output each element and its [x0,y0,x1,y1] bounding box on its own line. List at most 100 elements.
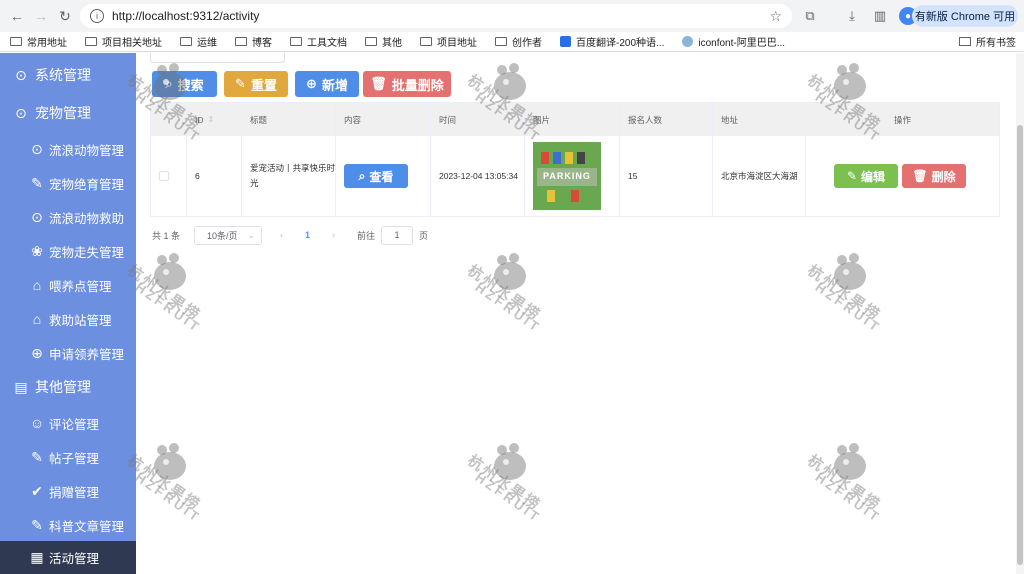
site-info-icon[interactable]: i [90,9,104,23]
folder-icon [290,37,302,46]
image-parking-label: PARKING [543,171,591,181]
folder-icon [495,37,507,46]
bookmark-baidu-translate[interactable]: 百度翻译-200种语... [560,34,664,49]
next-page-icon[interactable]: › [332,230,335,240]
sidebar-item-stray[interactable]: ⊙ 流浪动物管理 [28,139,136,159]
sidebar-item-system[interactable]: ⊙ 系统管理 [12,65,136,85]
bookmarks-bar: 常用地址 项目相关地址 运维 博客 工具文档 其他 项目地址 创作者 百度翻译-… [0,32,1024,52]
add-button[interactable]: ⊕ 新增 [295,71,359,97]
folder-icon [420,37,432,46]
header-content: 内容 [336,103,431,136]
reset-icon: ✎ [235,76,246,91]
cell-image: PARKING [525,136,620,216]
row-checkbox-cell [151,136,187,216]
sidepanel-icon[interactable]: ▥ [870,6,890,26]
forward-icon[interactable]: → [30,5,52,27]
header-actions: 操作 [893,114,911,125]
plus-circle-icon: ⊕ [31,344,43,361]
back-icon[interactable]: ← [6,5,28,27]
sidebar-item-sterilize[interactable]: ✎ 宠物绝育管理 [28,173,136,193]
bookmark-folder[interactable]: 项目地址 [420,34,477,49]
browser-toolbar: ← → ↻ i http://localhost:9312/activity ☆… [0,0,1024,32]
sidebar-item-adopt[interactable]: ⊕ 申请领养管理 [28,343,136,363]
chrome-update-button[interactable]: 有新版 Chrome 可用 [912,5,1018,27]
trash-icon: 🗑 [370,76,387,91]
plus-circle-icon: ⊕ [306,76,317,91]
sidebar-item-rescue[interactable]: ⊙ 流浪动物救助 [28,207,136,227]
delete-button[interactable]: 🗑 删除 [902,164,966,188]
edit-icon: ✎ [846,169,858,183]
image-car [565,152,573,164]
edit-icon: ✎ [31,174,43,191]
goto-page-input[interactable]: 1 [381,225,414,245]
iconfont-icon [682,36,694,47]
house-icon: ⌂ [32,277,42,293]
goto-prefix: 前往 [357,230,376,241]
scrollbar-thumb[interactable] [1017,125,1023,565]
sidebar-item-feeding[interactable]: ⌂ 喂养点管理 [28,275,136,295]
bookmark-star-icon[interactable]: ☆ [769,8,782,25]
baidu-translate-icon [560,36,571,47]
page-size-select[interactable]: 10条/页 ⌄ [194,225,263,245]
table-row: 6 爱宠活动丨共享快乐时光 ⌕ 查看 2023-12-04 13:05:34 PA… [151,136,999,216]
bookmark-folder[interactable]: 博客 [235,34,272,49]
batch-delete-button[interactable]: 🗑 批量删除 [363,71,451,97]
edit-button[interactable]: ✎ 编辑 [834,164,898,188]
sort-icon[interactable]: ⇕ [208,115,215,124]
bookmark-iconfont[interactable]: iconfont-阿里巴巴... [682,34,785,49]
cell-signups: 15 [620,136,713,216]
ellipsis-circle-icon: ⊙ [31,140,43,157]
bookmark-folder[interactable]: 常用地址 [10,34,67,49]
folder-icon [10,37,22,46]
cell-title: 爱宠活动丨共享快乐时光 [242,136,336,216]
header-image: 图片 [525,103,620,136]
paw-icon: ❀ [31,242,43,259]
cell-content: ⌕ 查看 [336,136,431,216]
extensions-icon[interactable]: ⧉ [800,6,820,26]
ellipsis-circle-icon: ⊙ [15,66,27,83]
sidebar-item-lost[interactable]: ❀ 宠物走失管理 [28,241,136,261]
cell-address: 北京市海淀区大海湖 [713,136,806,216]
reset-button[interactable]: ✎ 重置 [224,71,288,97]
sidebar-item-station[interactable]: ⌂ 救助站管理 [28,309,136,329]
address-bar[interactable]: i http://localhost:9312/activity ☆ [80,4,792,28]
sidebar-item-pets[interactable]: ⊙ 宠物管理 [12,103,136,123]
chevron-down-icon: ⌄ [247,229,256,240]
bookmark-folder[interactable]: 其他 [365,34,402,49]
row-checkbox[interactable] [159,171,169,181]
url-text: http://localhost:9312/activity [112,9,260,23]
bookmark-folder[interactable]: 项目相关地址 [85,34,162,49]
sidebar-item-activities[interactable]: ▦ 活动管理 [0,541,136,574]
folder-icon [365,37,377,46]
bookmark-folder[interactable]: 工具文档 [290,34,347,49]
bookmark-folder[interactable]: 创作者 [495,34,542,49]
sidebar-item-comments[interactable]: ☺ 评论管理 [28,413,136,433]
search-icon: ⌕ [358,168,366,183]
house-icon: ⌂ [32,311,42,327]
header-checkbox-cell [151,103,187,136]
search-button[interactable]: ⌕ 搜索 [152,71,217,97]
title-search-input[interactable] [150,53,285,63]
prev-page-icon[interactable]: ‹ [280,230,283,240]
folder-icon [85,37,97,46]
view-content-button[interactable]: ⌕ 查看 [344,164,408,188]
goto-suffix: 页 [419,230,429,241]
page-scrollbar[interactable] [1016,53,1024,574]
header-id[interactable]: ID ⇕ [187,103,242,136]
image-car [577,152,585,164]
activity-image[interactable]: PARKING [533,142,601,210]
sidebar-item-posts[interactable]: ✎ 帖子管理 [28,447,136,467]
sidebar-item-other[interactable]: ▤ 其他管理 [12,377,136,397]
folder-icon [235,37,247,46]
sidebar-item-donations[interactable]: ✔ 捐赠管理 [28,481,136,501]
page-number-current[interactable]: 1 [305,230,310,240]
folder-icon [180,37,192,46]
users-icon: ☺ [29,415,45,431]
download-icon[interactable]: ⤓ [842,6,862,26]
reload-icon[interactable]: ↻ [54,5,76,27]
all-bookmarks[interactable]: 所有书签 [959,34,1016,49]
sidebar-item-articles[interactable]: ✎ 科普文章管理 [28,515,136,535]
image-car [547,190,555,202]
bookmark-folder[interactable]: 运维 [180,34,217,49]
header-signups: 报名人数 [620,103,713,136]
